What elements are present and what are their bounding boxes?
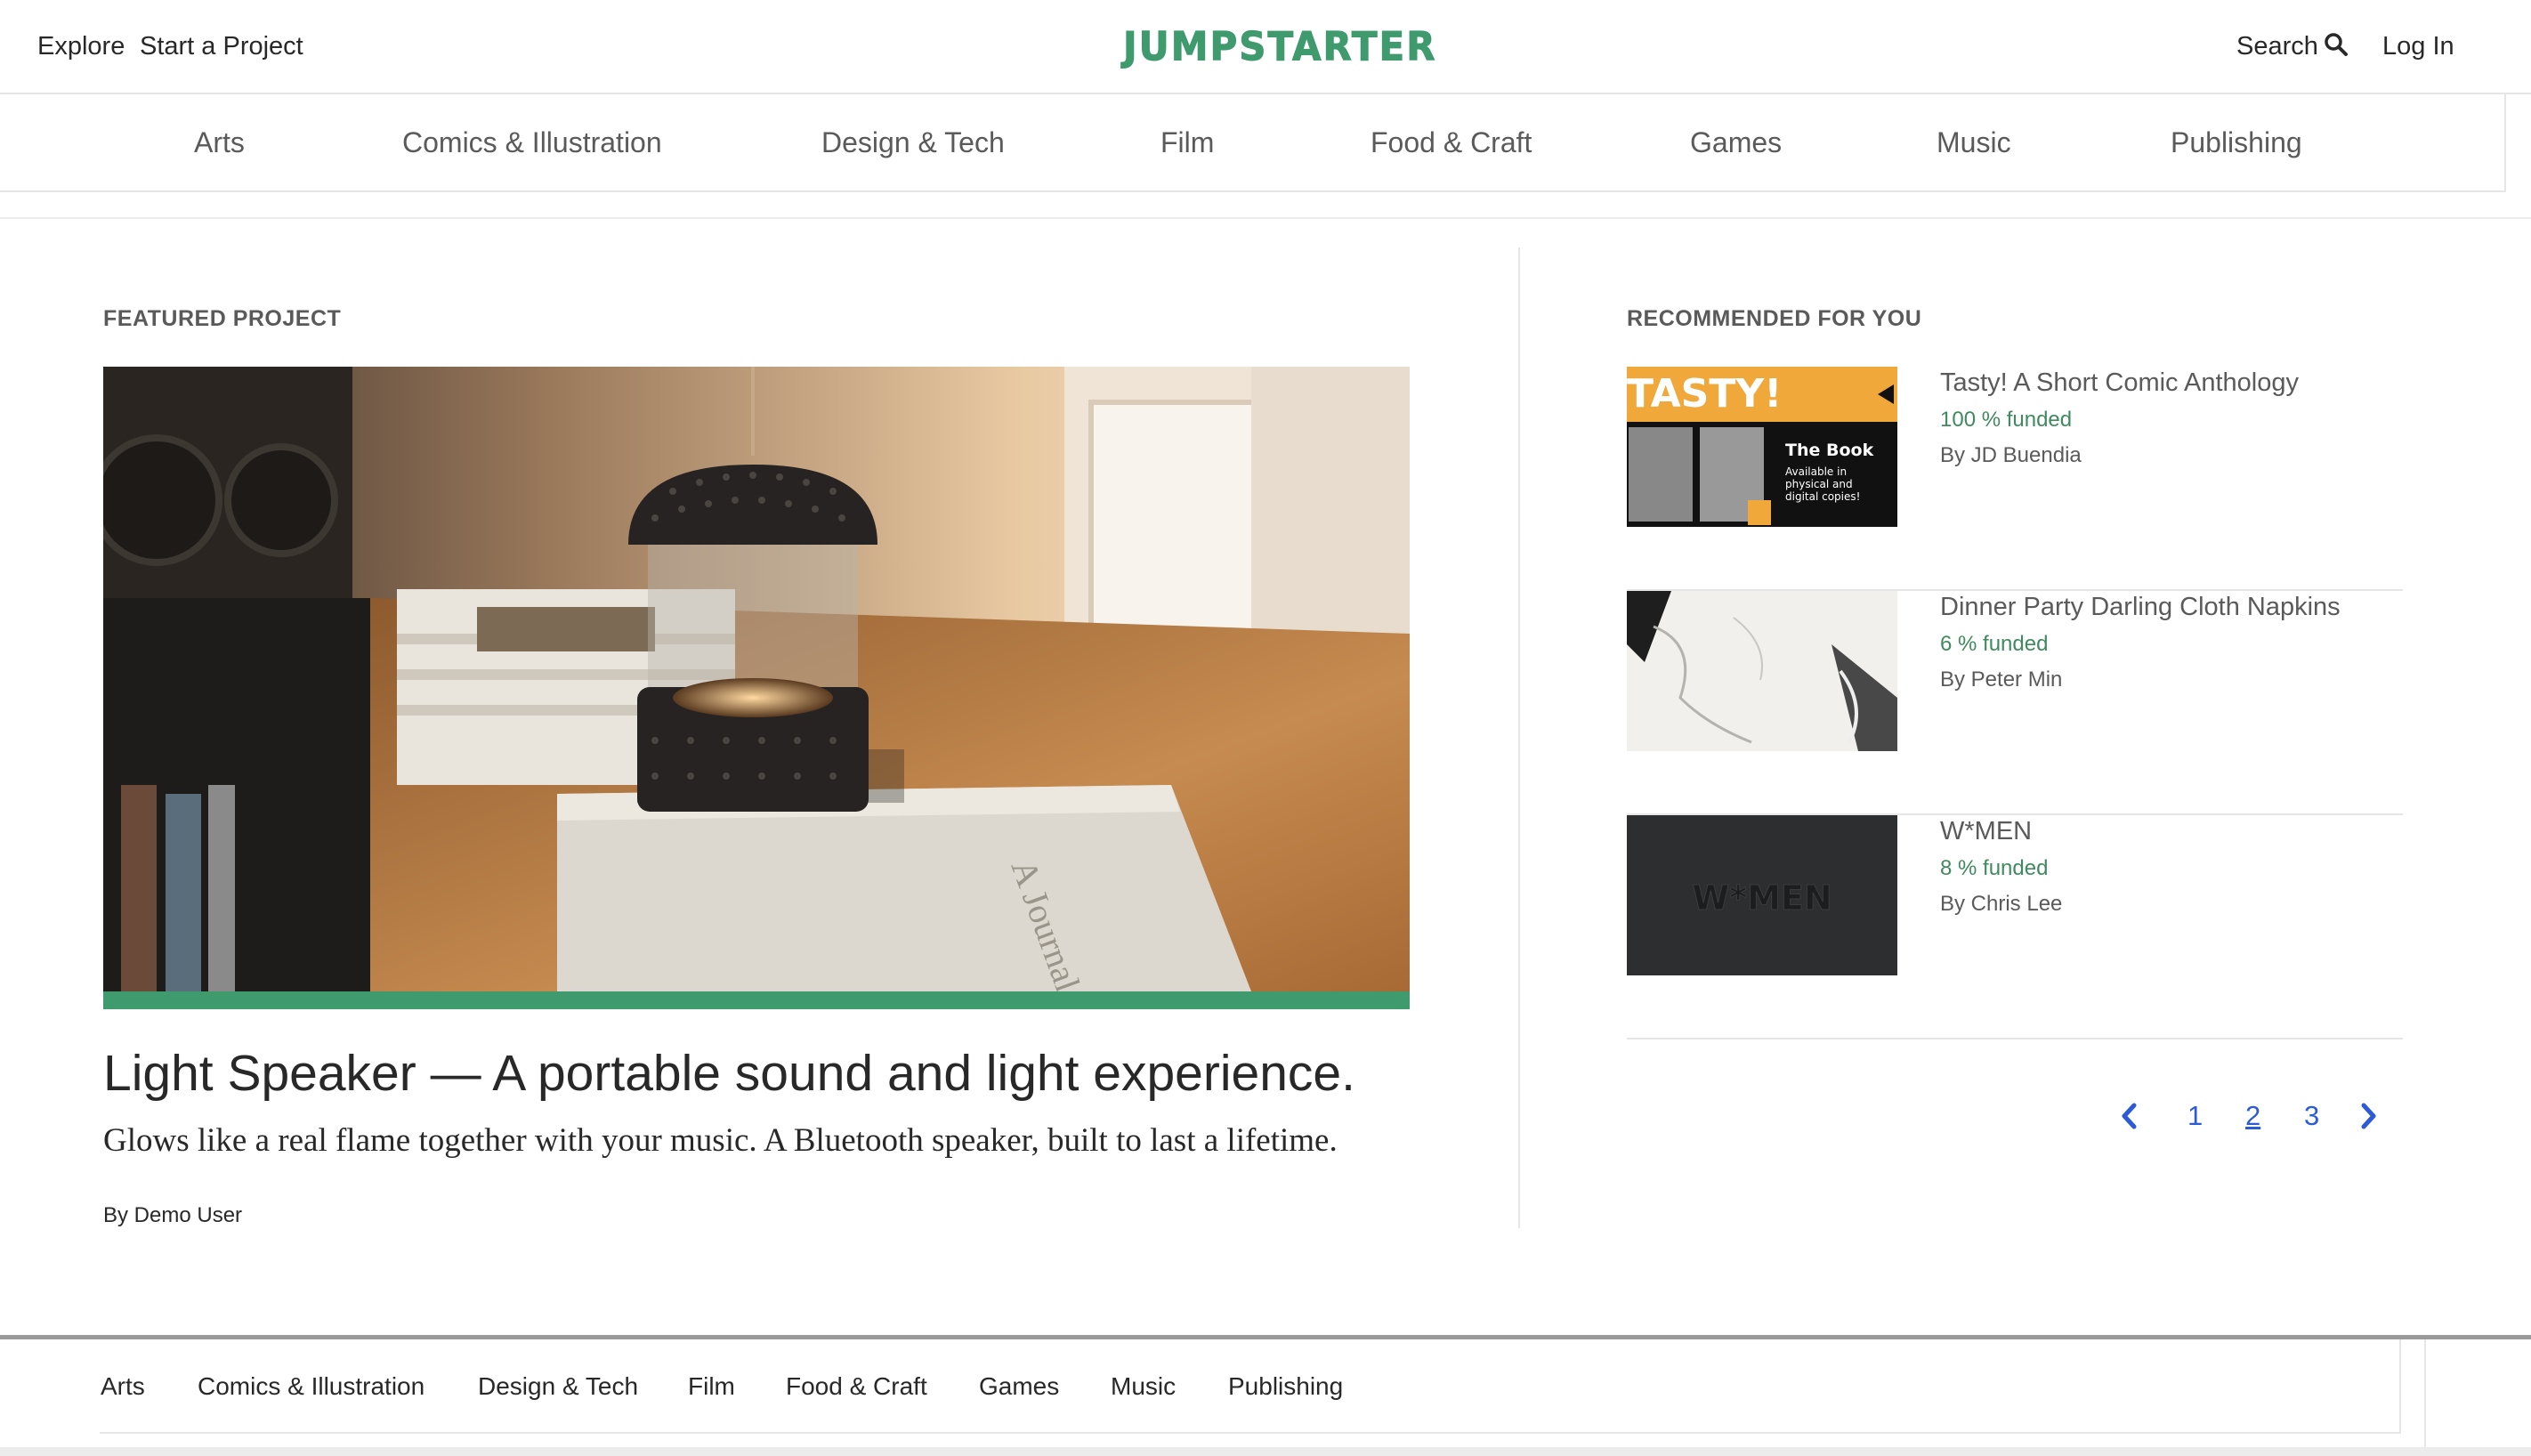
- wmen-logo-text: W*MEN: [1692, 878, 1832, 918]
- nav-category-comics[interactable]: Comics & Illustration: [402, 125, 662, 160]
- tasty-banner-text: TASTY!: [1627, 371, 1782, 417]
- recommended-thumbnail[interactable]: [1627, 591, 1897, 751]
- recommended-author: By Chris Lee: [1940, 892, 2063, 916]
- recommended-thumbnail[interactable]: W*MEN: [1627, 815, 1897, 975]
- page-3-link[interactable]: 3: [2304, 1098, 2319, 1134]
- recommended-author: By JD Buendia: [1940, 443, 2082, 467]
- svg-text:digital copies!: digital copies!: [1785, 490, 1860, 503]
- featured-title[interactable]: Light Speaker — A portable sound and lig…: [103, 1043, 1355, 1104]
- page-1-link[interactable]: 1: [2187, 1098, 2203, 1134]
- nav-category-design-tech[interactable]: Design & Tech: [821, 125, 1005, 160]
- recommended-funded: 100 % funded: [1940, 408, 2073, 432]
- footer-category-comics[interactable]: Comics & Illustration: [198, 1372, 425, 1401]
- footer-category-film[interactable]: Film: [688, 1372, 735, 1401]
- nav-category-games[interactable]: Games: [1690, 125, 1782, 160]
- svg-text:Available in: Available in: [1785, 465, 1847, 478]
- nav-category-arts[interactable]: Arts: [194, 125, 245, 160]
- featured-author: By Demo User: [103, 1203, 243, 1227]
- nav-category-publishing[interactable]: Publishing: [2171, 125, 2302, 160]
- footer-bottom-strip: [0, 1447, 2531, 1456]
- nav-category-film[interactable]: Film: [1160, 125, 1214, 160]
- footer-category-games[interactable]: Games: [979, 1372, 1059, 1401]
- page-2-link[interactable]: 2: [2245, 1098, 2260, 1134]
- footer-category-design-tech[interactable]: Design & Tech: [478, 1372, 638, 1401]
- login-link[interactable]: Log In: [2382, 30, 2454, 62]
- nav-category-food-craft[interactable]: Food & Craft: [1371, 125, 1532, 160]
- recommended-item[interactable]: Dinner Party Darling Cloth Napkins 6 % f…: [1627, 591, 2403, 815]
- jumpstarter-logo[interactable]: JUMPSTARTER: [1123, 23, 1437, 69]
- category-nav: Arts Comics & Illustration Design & Tech…: [0, 94, 2506, 192]
- tasty-book-label: The Book: [1785, 441, 1874, 460]
- featured-heading: FEATURED PROJECT: [103, 306, 342, 331]
- featured-blurb: Glows like a real flame together with yo…: [103, 1122, 1338, 1159]
- search-button[interactable]: Search: [2236, 30, 2349, 62]
- search-label: Search: [2236, 32, 2318, 61]
- svg-text:physical and: physical and: [1785, 478, 1853, 490]
- recommended-title[interactable]: Tasty! A Short Comic Anthology: [1940, 368, 2299, 398]
- top-bar: Explore Start a Project JUMPSTARTER Sear…: [0, 0, 2531, 94]
- footer-category-music[interactable]: Music: [1111, 1372, 1176, 1401]
- recommended-title[interactable]: W*MEN: [1940, 817, 2032, 846]
- recommended-funded: 6 % funded: [1940, 632, 2049, 656]
- recommended-item[interactable]: TASTY! The Book Available in physical an…: [1627, 367, 2403, 591]
- explore-link[interactable]: Explore: [37, 30, 125, 62]
- column-divider: [1518, 247, 1520, 1228]
- chevron-left-icon[interactable]: [2120, 1102, 2139, 1135]
- recommended-thumbnail[interactable]: TASTY! The Book Available in physical an…: [1627, 367, 1897, 527]
- featured-funding-bar: [103, 991, 1410, 1009]
- nav-category-music[interactable]: Music: [1937, 125, 2011, 160]
- light-speaker-photo: A Journal: [103, 367, 1410, 991]
- nav-divider-strip: [0, 192, 2531, 219]
- footer-category-food-craft[interactable]: Food & Craft: [786, 1372, 927, 1401]
- recommended-author: By Peter Min: [1940, 667, 2063, 692]
- recommended-item[interactable]: W*MEN W*MEN 8 % funded By Chris Lee: [1627, 815, 2403, 1039]
- recommended-title[interactable]: Dinner Party Darling Cloth Napkins: [1940, 593, 2341, 622]
- chevron-right-icon[interactable]: [2358, 1102, 2378, 1135]
- footer-category-publishing[interactable]: Publishing: [1228, 1372, 1343, 1401]
- start-project-link[interactable]: Start a Project: [140, 30, 303, 62]
- footer-divider: [2424, 1339, 2426, 1456]
- search-icon: [2325, 33, 2348, 56]
- recommended-heading: RECOMMENDED FOR YOU: [1627, 306, 1922, 331]
- footer-category-arts[interactable]: Arts: [101, 1372, 145, 1401]
- featured-project-image[interactable]: A Journal: [103, 367, 1410, 991]
- recommended-funded: 8 % funded: [1940, 856, 2049, 880]
